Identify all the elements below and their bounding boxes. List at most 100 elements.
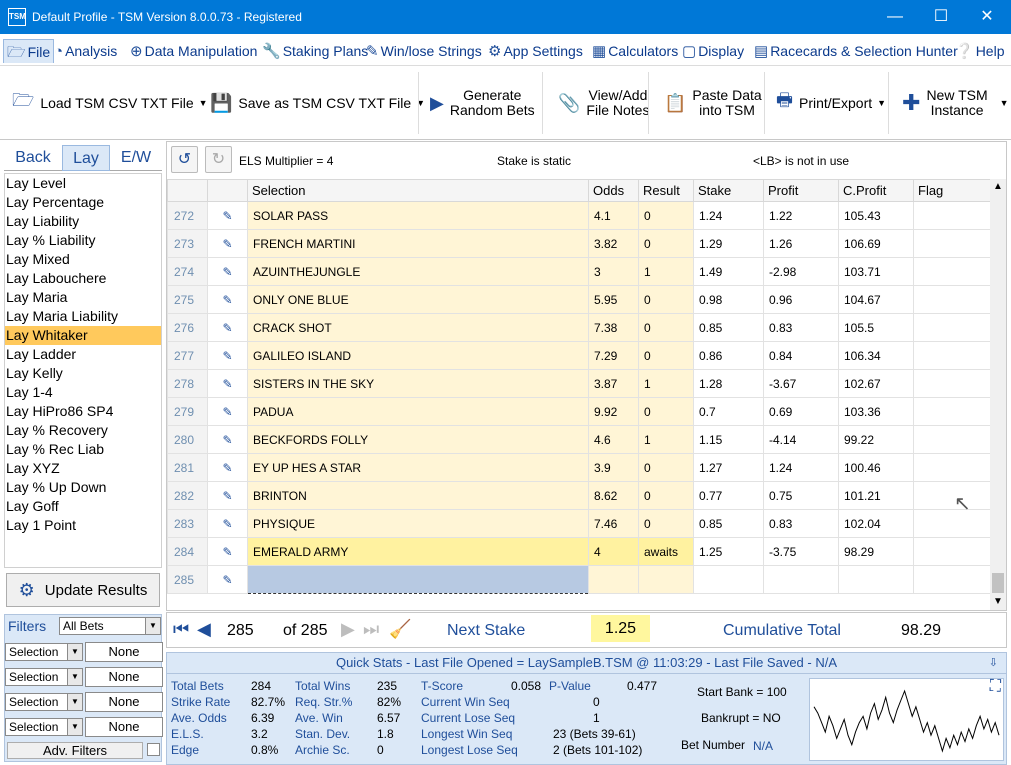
cell-flag[interactable] xyxy=(913,369,991,398)
strategy-item[interactable]: Lay XYZ xyxy=(5,459,161,478)
table-row[interactable]: 279 ✎ PADUA 9.92 0 0.7 0.69 103.36 xyxy=(167,397,991,426)
cell-selection[interactable]: PHYSIQUE xyxy=(247,509,589,538)
close-icon[interactable]: ✕ xyxy=(964,0,1010,34)
cell-profit[interactable]: 0.75 xyxy=(763,481,839,510)
cell-cprofit[interactable]: 106.34 xyxy=(838,341,914,370)
cell-cprofit[interactable]: 99.22 xyxy=(838,425,914,454)
cell-flag[interactable] xyxy=(913,285,991,314)
edit-pencil-icon[interactable]: ✎ xyxy=(207,285,248,314)
strategy-item[interactable]: Lay HiPro86 SP4 xyxy=(5,402,161,421)
cell-cprofit[interactable]: 102.04 xyxy=(838,509,914,538)
cell-flag[interactable] xyxy=(913,509,991,538)
current-record[interactable]: 285 xyxy=(227,622,254,640)
strategy-item[interactable]: Lay Maria xyxy=(5,288,161,307)
menu-help[interactable]: ❔ Help xyxy=(955,39,1004,63)
edit-pencil-icon[interactable]: ✎ xyxy=(207,509,248,538)
load-file-button[interactable]: 🗁 Load TSM CSV TXT File ▼ xyxy=(12,72,208,134)
cell-profit[interactable]: 1.24 xyxy=(763,453,839,482)
cell-selection[interactable]: BECKFORDS FOLLY xyxy=(247,425,589,454)
cell-result[interactable]: 0 xyxy=(638,285,694,314)
cell-odds[interactable]: 5.95 xyxy=(588,285,639,314)
cell-selection[interactable]: GALILEO ISLAND xyxy=(247,341,589,370)
col-header-flag[interactable]: Flag xyxy=(913,179,991,202)
cell-flag[interactable] xyxy=(913,201,991,230)
cell-flag[interactable] xyxy=(913,481,991,510)
expand-icon[interactable]: ⛶ xyxy=(990,679,1001,695)
cell-cprofit[interactable]: 106.69 xyxy=(838,229,914,258)
cell-profit[interactable]: 1.22 xyxy=(763,201,839,230)
cell-cprofit[interactable] xyxy=(838,565,914,594)
cell-stake[interactable]: 0.85 xyxy=(693,313,764,342)
table-row[interactable]: 272 ✎ SOLAR PASS 4.1 0 1.24 1.22 105.43 xyxy=(167,201,991,230)
col-header-result[interactable]: Result xyxy=(638,179,694,202)
cell-selection[interactable]: BRINTON xyxy=(247,481,589,510)
grid-vertical-scrollbar[interactable]: ▲ ▼ xyxy=(990,179,1006,610)
cell-cprofit[interactable]: 100.46 xyxy=(838,453,914,482)
strategy-item[interactable]: Lay % Liability xyxy=(5,231,161,250)
menu-calculators[interactable]: ▦ Calculators xyxy=(592,39,678,63)
col-header-odds[interactable]: Odds xyxy=(588,179,639,202)
cell-selection[interactable]: SOLAR PASS xyxy=(247,201,589,230)
filter-value-box[interactable]: None xyxy=(85,692,163,712)
cell-odds[interactable]: 3.9 xyxy=(588,453,639,482)
cell-stake[interactable]: 0.86 xyxy=(693,341,764,370)
strategy-item[interactable]: Lay Labouchere xyxy=(5,269,161,288)
strategy-item[interactable]: Lay Maria Liability xyxy=(5,307,161,326)
cell-selection[interactable]: AZUINTHEJUNGLE xyxy=(247,257,589,286)
cell-cprofit[interactable]: 105.43 xyxy=(838,201,914,230)
new-instance-button[interactable]: ✚ New TSM Instance ▼ xyxy=(902,72,1009,134)
strategy-item[interactable]: Lay Kelly xyxy=(5,364,161,383)
print-export-button[interactable]: 🖶 Print/Export ▼ xyxy=(776,72,886,134)
next-record-icon[interactable]: ▶ xyxy=(341,619,355,640)
update-results-button[interactable]: ⚙ Update Results xyxy=(6,573,160,607)
cell-profit[interactable]: 0.84 xyxy=(763,341,839,370)
cell-result[interactable] xyxy=(638,565,694,594)
cell-profit[interactable]: -3.75 xyxy=(763,537,839,566)
scroll-thumb[interactable] xyxy=(992,573,1004,593)
strategy-item[interactable]: Lay Level xyxy=(5,174,161,193)
cell-stake[interactable]: 0.77 xyxy=(693,481,764,510)
filter-field-select[interactable]: Selection ▼ xyxy=(5,693,83,711)
cell-result[interactable]: 0 xyxy=(638,481,694,510)
cell-flag[interactable] xyxy=(913,537,991,566)
cell-result[interactable]: awaits xyxy=(638,537,694,566)
cell-stake[interactable]: 1.15 xyxy=(693,425,764,454)
strategy-item[interactable]: Lay Ladder xyxy=(5,345,161,364)
maximize-icon[interactable]: ☐ xyxy=(918,0,964,34)
menu-file[interactable]: 🗁 File xyxy=(3,39,55,63)
menu-app-settings[interactable]: ⚙ App Settings xyxy=(488,39,583,63)
cell-flag[interactable] xyxy=(913,257,991,286)
cell-cprofit[interactable]: 98.29 xyxy=(838,537,914,566)
cell-selection[interactable]: ONLY ONE BLUE xyxy=(247,285,589,314)
strategy-item[interactable]: Lay Whitaker xyxy=(5,326,161,345)
col-header-selection[interactable]: Selection xyxy=(247,179,589,202)
cell-stake[interactable]: 0.85 xyxy=(693,509,764,538)
table-row[interactable]: 280 ✎ BECKFORDS FOLLY 4.6 1 1.15 -4.14 99.22 xyxy=(167,425,991,454)
cell-stake[interactable]: 1.25 xyxy=(693,537,764,566)
cell-stake[interactable]: 1.28 xyxy=(693,369,764,398)
cell-result[interactable]: 1 xyxy=(638,369,694,398)
adv-filters-checkbox[interactable] xyxy=(147,743,160,756)
cell-result[interactable]: 0 xyxy=(638,453,694,482)
cell-result[interactable]: 0 xyxy=(638,313,694,342)
edit-pencil-icon[interactable]: ✎ xyxy=(207,453,248,482)
clear-brush-icon[interactable]: 🧹 xyxy=(389,619,411,640)
scroll-up-icon[interactable]: ▲ xyxy=(990,179,1006,195)
cell-result[interactable]: 0 xyxy=(638,201,694,230)
edit-pencil-icon[interactable]: ✎ xyxy=(207,229,248,258)
table-row[interactable]: 282 ✎ BRINTON 8.62 0 0.77 0.75 101.21 xyxy=(167,481,991,510)
edit-pencil-icon[interactable]: ✎ xyxy=(207,201,248,230)
cell-cprofit[interactable]: 103.36 xyxy=(838,397,914,426)
cell-result[interactable]: 0 xyxy=(638,509,694,538)
cell-stake[interactable]: 1.49 xyxy=(693,257,764,286)
cell-flag[interactable] xyxy=(913,397,991,426)
cell-odds[interactable]: 9.92 xyxy=(588,397,639,426)
cell-flag[interactable] xyxy=(913,341,991,370)
table-row[interactable]: 275 ✎ ONLY ONE BLUE 5.95 0 0.98 0.96 104.67 xyxy=(167,285,991,314)
cell-result[interactable]: 0 xyxy=(638,341,694,370)
generate-random-bets-button[interactable]: ▶ Generate Random Bets xyxy=(430,72,535,134)
cell-odds[interactable]: 4.6 xyxy=(588,425,639,454)
redo-icon[interactable]: ↻ xyxy=(205,146,232,173)
cell-cprofit[interactable]: 104.67 xyxy=(838,285,914,314)
edit-pencil-icon[interactable]: ✎ xyxy=(207,397,248,426)
